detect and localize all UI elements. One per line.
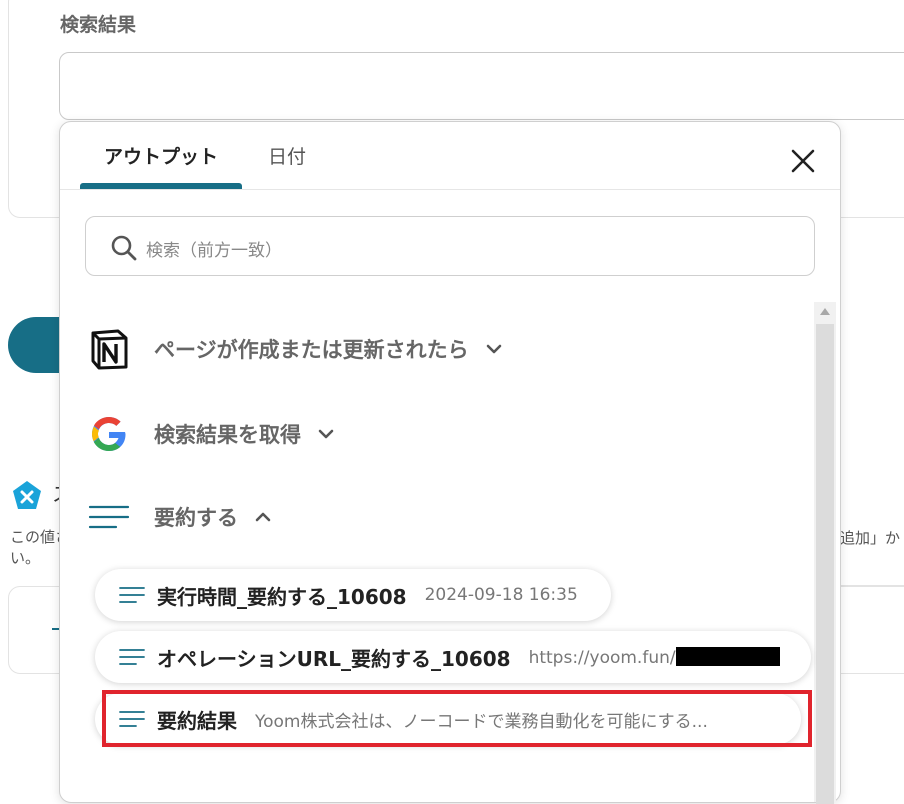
item-label: 実行時間_要約する_10608 bbox=[157, 584, 407, 609]
search-placeholder: 検索（前方一致） bbox=[146, 241, 282, 261]
search-icon bbox=[111, 235, 137, 261]
close-icon[interactable] bbox=[788, 146, 818, 176]
scroll-thumb[interactable] bbox=[816, 324, 834, 804]
search-input[interactable]: 検索（前方一致） bbox=[85, 216, 815, 276]
search-result-input[interactable] bbox=[59, 52, 904, 120]
scrollbar[interactable] bbox=[814, 302, 836, 804]
section-title: 要約する bbox=[154, 506, 238, 530]
output-item-summary-result[interactable]: 要約結果 Yoom株式会社は、ノーコードで業務自動化を可能にする... bbox=[95, 693, 801, 745]
section-title: 検索結果を取得 bbox=[154, 423, 301, 447]
notion-icon bbox=[91, 329, 128, 370]
chevron-up-icon bbox=[255, 512, 271, 522]
tab-bar: アウトプット 日付 bbox=[80, 122, 840, 190]
tab-divider bbox=[60, 189, 840, 190]
chevron-down-icon bbox=[318, 429, 334, 439]
chevron-down-icon bbox=[486, 344, 501, 354]
output-item-execution-time[interactable]: 実行時間_要約する_10608 2024-09-18 16:35 bbox=[95, 569, 611, 621]
section-get-search-results[interactable]: 検索結果を取得 bbox=[88, 406, 335, 462]
section-page-created[interactable]: ページが作成または更新されたら bbox=[88, 321, 503, 377]
app-badge-icon bbox=[13, 481, 41, 509]
lines-icon bbox=[119, 587, 145, 603]
redaction-bar bbox=[675, 646, 780, 666]
tab-date[interactable]: 日付 bbox=[252, 122, 322, 190]
item-value: https://yoom.fun/ bbox=[528, 646, 780, 668]
search-result-label: 検索結果 bbox=[60, 14, 137, 36]
tab-output[interactable]: アウトプット bbox=[80, 122, 242, 190]
lines-icon bbox=[119, 649, 145, 665]
item-label: オペレーションURL_要約する_10608 bbox=[157, 646, 511, 671]
output-picker-popover: アウトプット 日付 検索（前方一致） ページが作成または更新されたら 検索結果を… bbox=[59, 121, 841, 804]
scroll-up-arrow[interactable] bbox=[820, 308, 830, 315]
background-note-right: 追加」か bbox=[840, 529, 901, 547]
item-value: 2024-09-18 16:35 bbox=[424, 585, 578, 605]
google-icon bbox=[92, 417, 126, 451]
section-title: ページが作成または更新されたら bbox=[154, 338, 469, 362]
output-item-operation-url[interactable]: オペレーションURL_要約する_10608 https://yoom.fun/ bbox=[95, 631, 811, 683]
section-summarize[interactable]: 要約する bbox=[88, 489, 272, 545]
url-text: https://yoom.fun/ bbox=[528, 647, 676, 668]
lines-icon bbox=[119, 711, 145, 727]
lines-icon bbox=[88, 505, 130, 529]
item-label: 要約結果 bbox=[157, 708, 237, 733]
item-value: Yoom株式会社は、ノーコードで業務自動化を可能にする... bbox=[255, 711, 708, 732]
